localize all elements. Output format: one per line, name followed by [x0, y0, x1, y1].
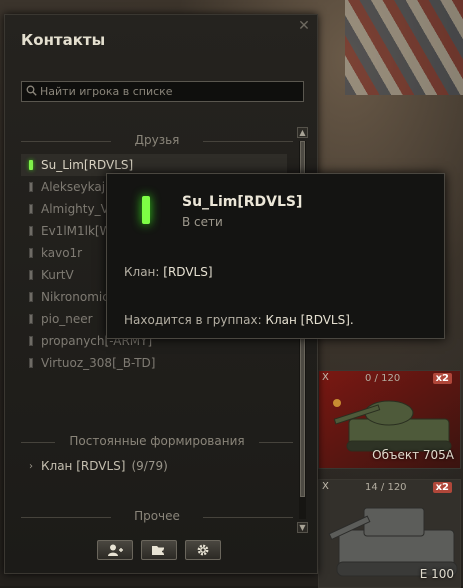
- tooltip-groups: Находится в группах: Клан [RDVLS].: [124, 313, 354, 327]
- friend-name: Su_Lim[RDVLS]: [41, 158, 134, 172]
- group-row-clan[interactable]: › Клан [RDVLS] (9/79): [29, 459, 168, 473]
- add-contact-icon: [108, 544, 123, 556]
- xp-progress: 0 / 120: [365, 373, 401, 384]
- search-icon: [26, 85, 37, 96]
- bottom-toolbar: [97, 540, 221, 560]
- background-deckchair: [345, 0, 463, 95]
- groups-label: Находится в группах:: [124, 313, 262, 327]
- friend-name: Nikronomic: [41, 290, 109, 304]
- offline-status-icon: [29, 336, 33, 346]
- close-icon[interactable]: ✕: [297, 19, 311, 33]
- online-status-icon: [142, 196, 150, 224]
- offline-status-icon: [29, 270, 33, 280]
- vehicle-name: E 100: [419, 567, 454, 581]
- clan-value: [RDVLS]: [163, 265, 213, 279]
- search-input[interactable]: [40, 82, 298, 101]
- tooltip-player-name: Su_Lim[RDVLS]: [182, 194, 303, 210]
- vehicle-name: Объект 705А: [372, 448, 454, 462]
- section-header-other: Прочее: [21, 509, 293, 523]
- friend-row[interactable]: Virtuoz_308[_B-TD]: [21, 352, 287, 374]
- offline-status-icon: [29, 248, 33, 258]
- offline-status-icon: [29, 226, 33, 236]
- groups-value: Клан [RDVLS].: [265, 313, 354, 327]
- clan-label: Клан:: [124, 265, 160, 279]
- scroll-up-button[interactable]: ▲: [297, 127, 308, 138]
- xp-multiplier-badge: x2: [432, 482, 452, 493]
- section-header-friends: Друзья: [21, 133, 293, 147]
- offline-status-icon: [29, 204, 33, 214]
- friend-name: kavo1r: [41, 246, 83, 260]
- add-group-button[interactable]: [141, 540, 177, 560]
- add-group-icon: [152, 546, 166, 555]
- friend-name: Almighty_V: [41, 202, 109, 216]
- online-status-icon: [29, 160, 33, 170]
- chevron-right-icon: ›: [29, 460, 33, 472]
- search-field[interactable]: [21, 81, 304, 102]
- offline-status-icon: [29, 358, 33, 368]
- settings-gear-icon: [197, 544, 209, 556]
- contact-tooltip: Su_Lim[RDVLS] В сети Клан: [RDVLS] Наход…: [106, 173, 445, 339]
- scroll-down-button[interactable]: ▼: [297, 522, 308, 533]
- offline-status-icon: [29, 292, 33, 302]
- offline-status-icon: [29, 314, 33, 324]
- offline-status-icon: [29, 182, 33, 192]
- xp-progress: 14 / 120: [365, 482, 407, 493]
- add-contact-button[interactable]: [97, 540, 133, 560]
- xp-multiplier-badge: x2: [432, 373, 452, 384]
- group-online-count: (9/79): [131, 459, 168, 473]
- window-title: Контакты: [21, 31, 106, 49]
- vehicle-card-2[interactable]: X 14 / 120 x2 E 100: [318, 479, 461, 588]
- friend-name: Virtuoz_308[_B-TD]: [41, 356, 156, 370]
- tooltip-status-text: В сети: [182, 215, 223, 229]
- tier-label: X: [322, 372, 329, 383]
- friend-name: Ev1lM1lk[W: [41, 224, 112, 238]
- vehicle-card-1[interactable]: X 0 / 120 x2 Объект 705А: [318, 370, 461, 469]
- friend-name: pio_neer: [41, 312, 93, 326]
- tooltip-clan: Клан: [RDVLS]: [124, 265, 213, 279]
- friend-name: Alekseykaj: [41, 180, 106, 194]
- section-header-permanent-units: Постоянные формирования: [21, 434, 293, 448]
- group-name: Клан [RDVLS]: [41, 459, 126, 473]
- settings-button[interactable]: [185, 540, 221, 560]
- tier-label: X: [322, 481, 329, 492]
- friend-name: KurtV: [41, 268, 74, 282]
